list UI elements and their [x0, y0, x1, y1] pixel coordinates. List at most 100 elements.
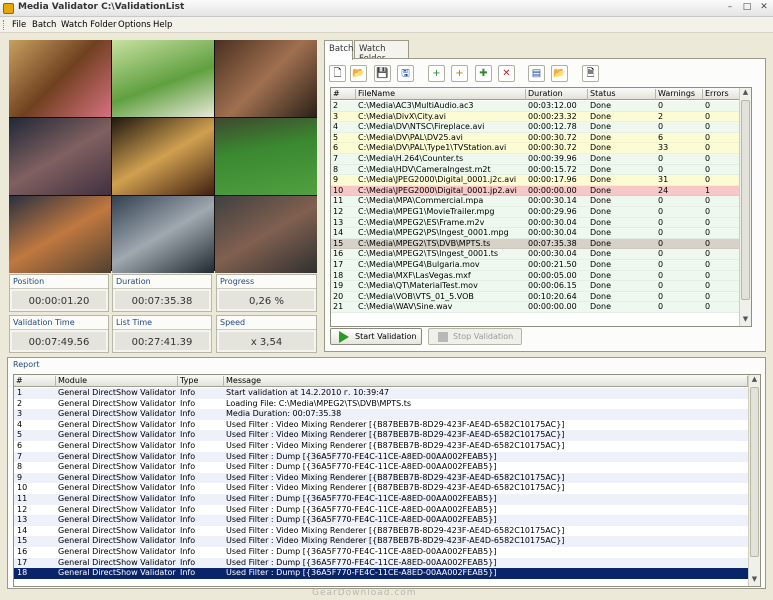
report-row[interactable]: 11 General DirectShow Validator Info Used F… [14, 494, 748, 505]
report-row[interactable]: 4 General DirectShow Validator Info Used Fi… [14, 419, 748, 431]
table-row[interactable]: 7 C:\Media\H.264\Counter.ts 00:00:39.96 Don… [331, 154, 739, 165]
report-cell: Info [180, 515, 196, 525]
report-cell: General DirectShow Validator [58, 525, 176, 535]
batch-vertical-scrollbar[interactable]: ▲ ▼ [739, 88, 751, 326]
report-cell: Info [180, 504, 196, 514]
column-header-type[interactable]: Type [178, 376, 224, 387]
column-header-filename[interactable]: FileName [356, 89, 526, 100]
table-cell: 00:00:23.32 [528, 111, 577, 121]
add-folder-icon[interactable]: + [451, 65, 468, 82]
report-row[interactable]: 16 General DirectShow Validator Info Used F… [14, 547, 748, 558]
add-items-icon[interactable]: ✚ [475, 65, 492, 82]
table-row[interactable]: 15 C:\Media\MPEG2\TS\DVB\MPTS.ts 00:07:35.… [331, 238, 739, 250]
report-cell: 10 [17, 483, 28, 493]
table-row[interactable]: 4 C:\Media\DV\NTSC\Fireplace.avi 00:00:12.… [331, 122, 739, 133]
scroll-up-icon[interactable]: ▲ [749, 375, 760, 386]
menu-options[interactable]: Options [118, 20, 151, 30]
column-header-number[interactable]: # [14, 376, 56, 387]
document-icon[interactable]: 🗎 [582, 65, 599, 82]
save-as-icon[interactable]: 🖫 [397, 65, 414, 82]
report-vertical-scrollbar[interactable]: ▲ ▼ [748, 375, 760, 586]
maximize-button[interactable]: □ [740, 2, 754, 14]
table-row[interactable]: 8 C:\Media\HDV\CameraIngest.m2t 00:00:15.7… [331, 164, 739, 176]
table-row[interactable]: 11 C:\Media\MPA\Commercial.mpa 00:00:30.14… [331, 196, 739, 207]
report-row[interactable]: 15 General DirectShow Validator Info Used F… [14, 536, 748, 547]
report-row[interactable]: 17 General DirectShow Validator Info Used F… [14, 557, 748, 569]
menu-watch-folder[interactable]: Watch Folder [61, 20, 116, 30]
report-row[interactable]: 6 General DirectShow Validator Info Used Fi… [14, 441, 748, 452]
table-row[interactable]: 5 C:\Media\DV\PAL\DV25.avi 00:00:30.72 Done… [331, 132, 739, 144]
column-header-status[interactable]: Status [588, 89, 656, 100]
start-validation-button[interactable]: Start Validation [330, 328, 422, 345]
table-row[interactable]: 18 C:\Media\MXF\LasVegas.mxf 00:00:05.00 Do… [331, 270, 739, 282]
report-row[interactable]: 12 General DirectShow Validator Info Used F… [14, 504, 748, 516]
report-cell: General DirectShow Validator [58, 409, 176, 419]
table-row[interactable]: 16 C:\Media\MPEG2\TS\Ingest_0001.ts 00:00:… [331, 249, 739, 260]
save-icon[interactable]: 💾 [374, 65, 391, 82]
menu-batch[interactable]: Batch [32, 20, 56, 30]
stop-validation-button[interactable]: Stop Validation [428, 328, 522, 345]
table-row[interactable]: 19 C:\Media\QT\MaterialTest.mov 00:00:06.1… [331, 281, 739, 292]
table-row[interactable]: 10 C:\Media\JPEG2000\Digital_0001.jp2.avi… [331, 185, 739, 197]
menu-help[interactable]: Help [153, 20, 172, 30]
table-row[interactable]: 2 C:\Media\AC3\MultiAudio.ac3 00:03:12.00 D… [331, 101, 739, 112]
report-row[interactable]: 2 General DirectShow Validator Info Loading… [14, 398, 748, 410]
properties-icon[interactable]: ▤ [528, 65, 545, 82]
report-cell: Info [180, 451, 196, 461]
report-scroll-thumb[interactable] [750, 387, 759, 557]
table-cell: 0 [705, 281, 711, 291]
table-cell: 0 [658, 217, 664, 227]
table-cell: C:\Media\MPEG2\TS\Ingest_0001.ts [358, 249, 499, 259]
table-row[interactable]: 6 C:\Media\DV\PAL\Type1\TVStation.avi 00:0… [331, 143, 739, 154]
report-row[interactable]: 9 General DirectShow Validator Info Used Fi… [14, 472, 748, 484]
report-row[interactable]: 7 General DirectShow Validator Info Used Fi… [14, 451, 748, 463]
scroll-down-icon[interactable]: ▼ [749, 575, 760, 586]
table-row[interactable]: 20 C:\Media\VOB\VTS_01_5.VOB 00:10:20.64 Do… [331, 291, 739, 303]
column-header-warnings[interactable]: Warnings [656, 89, 703, 100]
scroll-down-icon[interactable]: ▼ [740, 315, 751, 326]
report-row[interactable]: 10 General DirectShow Validator Info Used F… [14, 483, 748, 494]
tab-watch-folder[interactable]: Watch Folder [354, 40, 409, 64]
report-row[interactable]: 1 General DirectShow Validator Info Start v… [14, 388, 748, 399]
duration-label: Duration [113, 275, 211, 289]
column-header-module[interactable]: Module [56, 376, 178, 387]
table-cell: 00:00:21.50 [528, 260, 577, 269]
table-row[interactable]: 12 C:\Media\MPEG1\MovieTrailer.mpg 00:00:2… [331, 207, 739, 218]
remove-item-icon[interactable]: ✕ [498, 65, 515, 82]
duration-value: 00:07:35.38 [115, 291, 209, 309]
new-list-icon[interactable]: 🗋 [329, 65, 346, 82]
table-cell: C:\Media\MPEG1\MovieTrailer.mpg [358, 207, 495, 216]
report-row[interactable]: 18 General DirectShow Validator Info Used F… [14, 568, 748, 579]
progress-value: 0,26 % [219, 291, 314, 309]
tab-batch[interactable]: Batch [324, 40, 353, 60]
report-row[interactable]: 3 General DirectShow Validator Info Media D… [14, 409, 748, 420]
menu-file[interactable]: File [12, 20, 26, 30]
table-row[interactable]: 21 C:\Media\WAV\Sine.wav 00:00:00.00 Done 0 0 [331, 302, 739, 313]
column-header-number[interactable]: # [331, 89, 356, 100]
report-row[interactable]: 8 General DirectShow Validator Info Used Fi… [14, 462, 748, 473]
table-row[interactable]: 17 C:\Media\MPEG4\Bulgaria.mov 00:00:21.50… [331, 260, 739, 271]
scroll-up-icon[interactable]: ▲ [740, 88, 751, 99]
report-row[interactable]: 14 General DirectShow Validator Info Used F… [14, 525, 748, 537]
column-header-message[interactable]: Message [224, 376, 748, 387]
add-file-icon[interactable]: + [428, 65, 445, 82]
table-row[interactable]: 9 C:\Media\JPEG2000\Digital_0001.j2c.avi 0… [331, 175, 739, 186]
open-report-icon[interactable]: 📂 [551, 65, 568, 82]
table-row[interactable]: 13 C:\Media\MPEG2\ES\Frame.m2v 00:00:30.04… [331, 217, 739, 229]
start-validation-label: Start Validation [355, 332, 417, 341]
minimize-button[interactable]: – [723, 2, 737, 14]
table-cell: 9 [333, 175, 339, 185]
column-header-errors[interactable]: Errors [703, 89, 741, 100]
batch-scroll-thumb[interactable] [741, 100, 750, 300]
report-row[interactable]: 13 General DirectShow Validator Info Used F… [14, 515, 748, 526]
close-button[interactable]: ✕ [757, 2, 771, 14]
report-cell: General DirectShow Validator [58, 504, 176, 514]
table-cell: Done [590, 281, 612, 291]
table-row[interactable]: 14 C:\Media\MPEG2\PS\Ingest_0001.mpg 00:00… [331, 228, 739, 239]
table-cell: 0 [705, 122, 711, 132]
open-folder-icon[interactable]: 📂 [350, 65, 367, 82]
report-row[interactable]: 5 General DirectShow Validator Info Used Fi… [14, 430, 748, 441]
column-header-duration[interactable]: Duration [526, 89, 588, 100]
table-cell: 00:00:30.04 [528, 217, 577, 227]
table-row[interactable]: 3 C:\Media\DivX\City.avi 00:00:23.32 Done 2 0 [331, 111, 739, 123]
